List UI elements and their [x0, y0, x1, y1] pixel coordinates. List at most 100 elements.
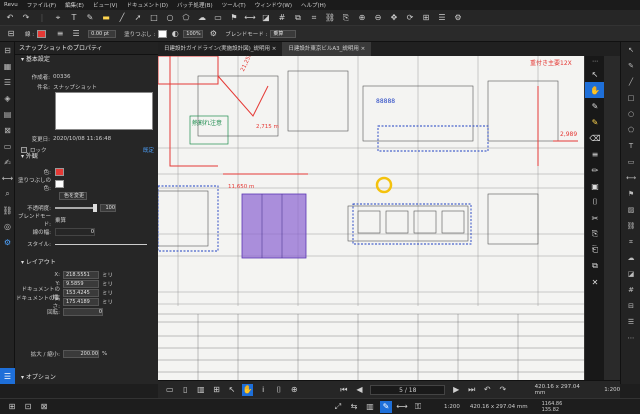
- ellipse-icon[interactable]: ○: [621, 106, 640, 122]
- pan-mode-icon[interactable]: ✋: [241, 383, 254, 396]
- text-icon[interactable]: T: [68, 12, 80, 24]
- x-input[interactable]: 218.5551: [63, 270, 99, 279]
- pen-icon[interactable]: ✎: [84, 12, 96, 24]
- arrow-icon[interactable]: ➚: [132, 12, 144, 24]
- line-icon[interactable]: ╱: [116, 12, 128, 24]
- crop-icon[interactable]: ⌗: [308, 12, 320, 24]
- change-color-button[interactable]: 色を変更: [59, 192, 87, 200]
- grid-view-icon[interactable]: ⊞: [211, 384, 223, 396]
- menu-item-tools[interactable]: ツール(T): [222, 1, 246, 9]
- opacity-slider-thumb[interactable]: [93, 204, 97, 212]
- line-width-input[interactable]: 0: [55, 228, 95, 236]
- count-icon[interactable]: #: [276, 12, 288, 24]
- measure-icon[interactable]: ⟷: [621, 170, 640, 186]
- stamp-icon[interactable]: ⚑: [621, 186, 640, 202]
- layout-section-header[interactable]: ▾ レイアウト: [15, 258, 56, 268]
- blend-mode-value[interactable]: 乗算: [55, 216, 66, 224]
- menu-item-revu[interactable]: Revu: [4, 2, 18, 8]
- callout-icon[interactable]: ▭: [621, 154, 640, 170]
- snapshot-mode-icon[interactable]: ⌷: [273, 384, 285, 396]
- link-icon[interactable]: ⛓: [324, 12, 336, 24]
- fill-color-swatch[interactable]: [158, 29, 168, 38]
- measure-icon[interactable]: ⟷: [244, 12, 256, 24]
- highlighter-tool-icon[interactable]: ✎: [585, 114, 605, 130]
- tab-tokyo-building[interactable]: 日建設計東京ビルA3_説明用 ×: [282, 42, 372, 56]
- link-icon[interactable]: ⛓: [621, 218, 640, 234]
- bucket-tool-icon[interactable]: ▣: [585, 178, 605, 194]
- line-icon[interactable]: ╱: [621, 74, 640, 90]
- single-page-icon[interactable]: ▭: [164, 384, 176, 396]
- reuse-icon[interactable]: ⤢: [332, 401, 344, 413]
- back-icon[interactable]: ↶: [482, 384, 494, 396]
- measure-status-icon[interactable]: ⟷: [396, 401, 408, 413]
- blend-mode-select[interactable]: 乗算: [270, 29, 297, 38]
- tab-guideline[interactable]: 日建設計ガイドライン(実施設計図)_説明用 ×: [158, 42, 282, 56]
- first-page-icon[interactable]: ⏮: [338, 384, 350, 396]
- menu-item-view[interactable]: ビュー(V): [93, 1, 118, 9]
- grid-icon[interactable]: ⊞: [420, 12, 432, 24]
- image-icon[interactable]: ▨: [621, 202, 640, 218]
- annotation-green[interactable]: 熱割れ注意: [192, 120, 226, 128]
- side-by-side-icon[interactable]: ▥: [195, 384, 207, 396]
- redo-icon[interactable]: ↷: [20, 12, 32, 24]
- line-color-swatch[interactable]: [37, 29, 47, 38]
- signatures-icon[interactable]: ✍: [0, 154, 15, 170]
- document-canvas[interactable]: 重付き主要12X 熱割れ注意 88888 2,989 21,256 m 2,71…: [158, 56, 584, 380]
- page-indicator-box[interactable]: 5 / 18: [370, 384, 446, 395]
- expand-icon[interactable]: ⋯: [585, 56, 605, 66]
- lines-tool-icon[interactable]: ≡: [585, 146, 605, 162]
- polygon-icon[interactable]: ⬠: [621, 122, 640, 138]
- menu-item-batch[interactable]: バッチ処理(B): [177, 1, 213, 9]
- split-icon[interactable]: ▥: [364, 401, 376, 413]
- cloud-icon[interactable]: ☁: [196, 12, 208, 24]
- callout-icon[interactable]: ▭: [212, 12, 224, 24]
- next-page-icon[interactable]: ▶: [450, 384, 462, 396]
- properties-tab-icon[interactable]: ⊟: [0, 42, 15, 58]
- more-icon[interactable]: ⋯: [621, 330, 640, 346]
- menu-item-document[interactable]: ドキュメント(D): [127, 1, 169, 9]
- line-width-input[interactable]: 0.00 pt: [88, 29, 117, 38]
- zoom-out-icon[interactable]: ⊖: [372, 12, 384, 24]
- rectangle-icon[interactable]: □: [621, 90, 640, 106]
- area-icon[interactable]: ◪: [621, 266, 640, 282]
- studio-icon[interactable]: ◎: [0, 218, 15, 234]
- links-icon[interactable]: ⛓: [0, 202, 15, 218]
- annotation-red-right[interactable]: 2,989: [560, 131, 577, 138]
- tool-chest-icon[interactable]: ⊠: [0, 122, 15, 138]
- undo-icon[interactable]: ↶: [4, 12, 16, 24]
- pen-tool-icon[interactable]: ✎: [585, 98, 605, 114]
- appearance-section-header[interactable]: ▾ 外観: [15, 152, 38, 162]
- annotation-number[interactable]: 88888: [376, 98, 395, 105]
- bookmarks-icon[interactable]: ☰: [0, 74, 15, 90]
- menu-item-help[interactable]: ヘルプ(H): [301, 1, 326, 9]
- reset-default-link[interactable]: 既定: [143, 146, 154, 154]
- measurements-icon[interactable]: ⟷: [0, 170, 15, 186]
- eraser-tool-icon[interactable]: ⌫: [585, 130, 605, 146]
- comment-textbox[interactable]: [55, 92, 153, 130]
- layers-icon[interactable]: ☰: [436, 12, 448, 24]
- highlight-icon[interactable]: ▬: [100, 12, 112, 24]
- opacity-input[interactable]: 100: [100, 204, 116, 212]
- ellipse-icon[interactable]: ○: [164, 12, 176, 24]
- forward-icon[interactable]: ↷: [497, 384, 509, 396]
- settings-icon[interactable]: ⚙: [452, 12, 464, 24]
- layers-tab-icon[interactable]: ◈: [0, 90, 15, 106]
- cloud-icon[interactable]: ☁: [621, 250, 640, 266]
- count-icon[interactable]: #: [621, 282, 640, 298]
- layers-icon[interactable]: ☰: [621, 314, 640, 330]
- crop-icon[interactable]: ⌗: [621, 234, 640, 250]
- menu-item-file[interactable]: ファイル(F): [27, 1, 56, 9]
- sync-icon[interactable]: ⇆: [348, 401, 360, 413]
- scissors-tool-icon[interactable]: ✂: [585, 210, 605, 226]
- select-mode-icon[interactable]: ↖: [226, 384, 238, 396]
- color-swatch[interactable]: [55, 168, 64, 176]
- rotate-icon[interactable]: ⟳: [404, 12, 416, 24]
- text-icon[interactable]: T: [621, 138, 640, 154]
- doc-width-input[interactable]: 153.4245: [63, 288, 99, 297]
- basic-section-header[interactable]: ▾ 基本設定: [15, 55, 158, 65]
- dimension-red-2[interactable]: 2,715 m: [256, 124, 279, 130]
- marker-tool-icon[interactable]: ✏: [585, 162, 605, 178]
- thumbnails-icon[interactable]: ▦: [0, 58, 15, 74]
- dimension-red-3[interactable]: 11,650 m: [228, 184, 254, 190]
- polygon-icon[interactable]: ⬠: [180, 12, 192, 24]
